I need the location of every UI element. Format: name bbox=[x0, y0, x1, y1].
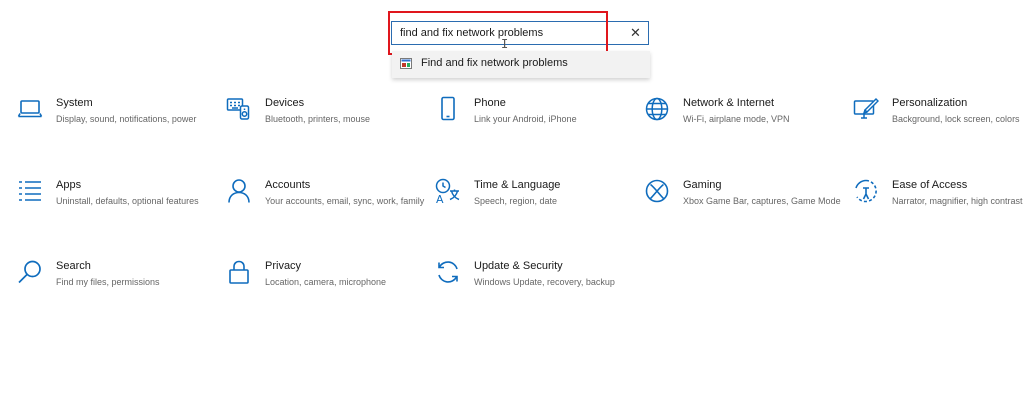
tile-desc: Windows Update, recovery, backup bbox=[474, 277, 615, 287]
ease-of-access-icon bbox=[853, 178, 879, 204]
tile-title: Network & Internet bbox=[683, 97, 775, 109]
category-network-internet[interactable]: Network & Internet Wi-Fi, airplane mode,… bbox=[644, 96, 834, 156]
troubleshoot-icon bbox=[400, 58, 412, 69]
category-update-security[interactable]: Update & Security Windows Update, recove… bbox=[435, 259, 625, 319]
category-gaming[interactable]: Gaming Xbox Game Bar, captures, Game Mod… bbox=[644, 178, 841, 238]
tile-desc: Xbox Game Bar, captures, Game Mode bbox=[683, 196, 841, 206]
search-box[interactable]: ✕ bbox=[391, 21, 649, 45]
tile-title: Apps bbox=[56, 179, 82, 191]
tile-title: Devices bbox=[265, 97, 305, 109]
tile-title: Ease of Access bbox=[892, 179, 968, 191]
tile-title: Time & Language bbox=[474, 179, 561, 191]
tile-title: System bbox=[56, 97, 93, 109]
tile-title: Gaming bbox=[683, 179, 722, 191]
phone-icon bbox=[435, 96, 461, 122]
tile-desc: Link your Android, iPhone bbox=[474, 114, 577, 124]
tile-desc: Speech, region, date bbox=[474, 196, 558, 206]
tile-title: Personalization bbox=[892, 97, 968, 109]
close-icon: ✕ bbox=[630, 25, 641, 40]
laptop-icon bbox=[17, 96, 43, 122]
category-time-language[interactable]: A Time & Language Speech, region, date bbox=[435, 178, 625, 238]
search-input[interactable] bbox=[400, 25, 620, 41]
settings-home: ✕ I Find and fix network problems System… bbox=[0, 0, 1024, 417]
category-accounts[interactable]: Accounts Your accounts, email, sync, wor… bbox=[226, 178, 424, 238]
tile-desc: Background, lock screen, colors bbox=[892, 114, 1020, 124]
svg-text:A: A bbox=[436, 193, 444, 204]
tile-desc: Uninstall, defaults, optional features bbox=[56, 196, 199, 206]
tile-desc: Bluetooth, printers, mouse bbox=[265, 114, 371, 124]
category-ease-of-access[interactable]: Ease of Access Narrator, magnifier, high… bbox=[853, 178, 1024, 238]
personalization-icon bbox=[853, 96, 879, 122]
category-system[interactable]: System Display, sound, notifications, po… bbox=[17, 96, 207, 156]
category-personalization[interactable]: Personalization Background, lock screen,… bbox=[853, 96, 1024, 156]
apps-list-icon bbox=[17, 178, 43, 204]
lock-icon bbox=[226, 259, 252, 285]
tile-desc: Your accounts, email, sync, work, family bbox=[265, 196, 425, 206]
tile-desc: Location, camera, microphone bbox=[265, 277, 387, 287]
time-language-icon: A bbox=[435, 178, 461, 204]
suggestion-item[interactable]: Find and fix network problems bbox=[392, 51, 650, 78]
category-apps[interactable]: Apps Uninstall, defaults, optional featu… bbox=[17, 178, 207, 238]
person-icon bbox=[226, 178, 252, 204]
category-privacy[interactable]: Privacy Location, camera, microphone bbox=[226, 259, 416, 319]
devices-icon bbox=[226, 96, 252, 122]
tile-desc: Display, sound, notifications, power bbox=[56, 114, 197, 124]
suggestion-label: Find and fix network problems bbox=[421, 57, 568, 69]
category-devices[interactable]: Devices Bluetooth, printers, mouse bbox=[226, 96, 416, 156]
globe-icon bbox=[644, 96, 670, 122]
xbox-icon bbox=[644, 178, 670, 204]
category-search[interactable]: Search Find my files, permissions bbox=[17, 259, 207, 319]
tile-desc: Narrator, magnifier, high contrast bbox=[892, 196, 1023, 206]
sync-icon bbox=[435, 259, 461, 285]
category-phone[interactable]: Phone Link your Android, iPhone bbox=[435, 96, 625, 156]
search-icon bbox=[17, 259, 43, 285]
clear-search-button[interactable]: ✕ bbox=[627, 24, 644, 41]
tile-desc: Find my files, permissions bbox=[56, 277, 160, 287]
tile-title: Search bbox=[56, 260, 91, 272]
tile-title: Accounts bbox=[265, 179, 311, 191]
tile-title: Update & Security bbox=[474, 260, 563, 272]
search-suggestions: Find and fix network problems bbox=[392, 51, 650, 78]
tile-title: Privacy bbox=[265, 260, 302, 272]
tile-desc: Wi-Fi, airplane mode, VPN bbox=[683, 114, 790, 124]
tile-title: Phone bbox=[474, 97, 506, 109]
